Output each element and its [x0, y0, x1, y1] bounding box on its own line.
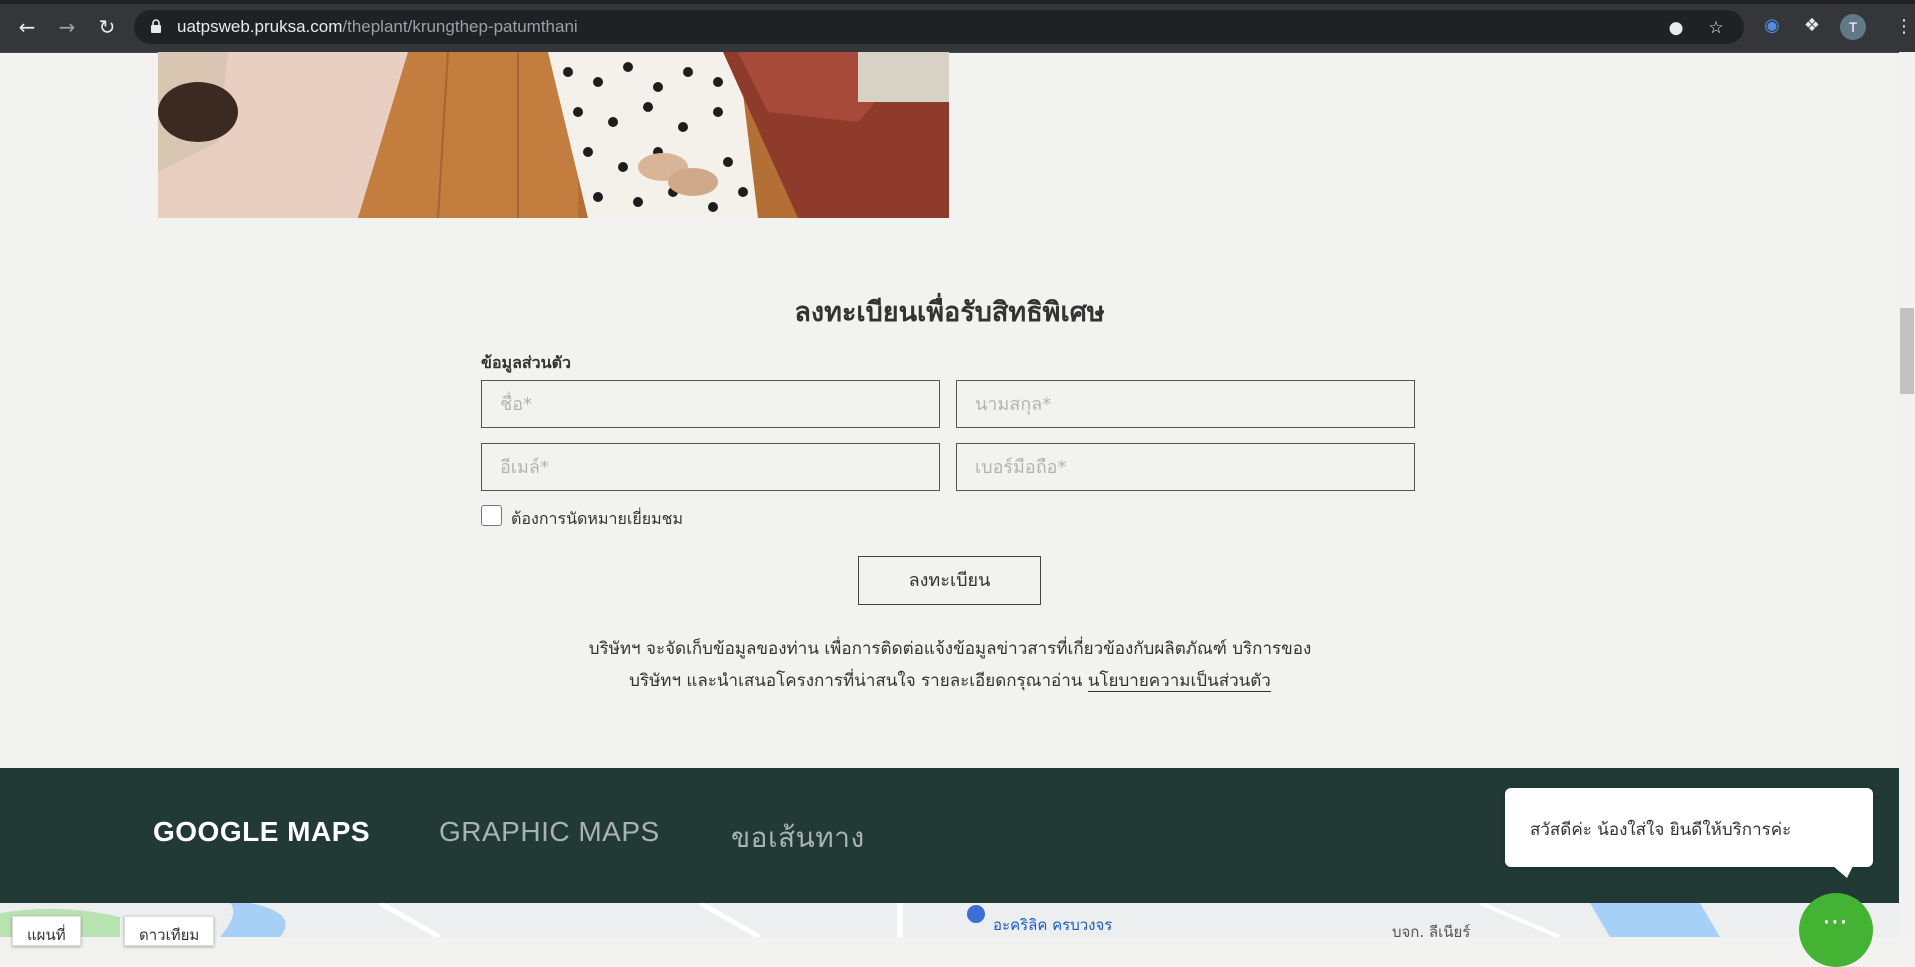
tab-google-maps[interactable]: GOOGLE MAPS [153, 816, 370, 848]
last-name-input[interactable] [956, 380, 1415, 428]
satellite-view-button[interactable]: ดาวเทียม [124, 916, 215, 946]
interior-photo [158, 52, 949, 218]
back-icon[interactable]: ← [14, 14, 40, 40]
location-pin-icon[interactable]: ● [1666, 18, 1686, 38]
lock-icon [151, 19, 161, 33]
map-place-label-linear[interactable]: บจก. ลีเนียร์ [1392, 920, 1470, 944]
google-map[interactable] [0, 903, 1899, 937]
forward-icon[interactable]: → [54, 14, 80, 40]
disclaimer-line-2-text: บริษัทฯ และนำเสนอโครงการที่น่าสนใจ รายละ… [629, 671, 1083, 691]
privacy-disclaimer: บริษัทฯ จะจัดเก็บข้อมูลของท่าน เพื่อการต… [500, 633, 1400, 697]
extensions-puzzle-icon[interactable]: ❖ [1800, 14, 1824, 38]
register-button[interactable]: ลงทะเบียน [858, 556, 1041, 605]
url-host: uatpsweb.pruksa.com [177, 17, 343, 36]
personal-info-label: ข้อมูลส่วนตัว [481, 353, 571, 372]
disclaimer-line-1: บริษัทฯ จะจัดเก็บข้อมูลของท่าน เพื่อการต… [588, 639, 1312, 659]
url-text[interactable]: uatpsweb.pruksa.com/theplant/krungthep-p… [177, 17, 578, 37]
appointment-checkbox-label[interactable]: ต้องการนัดหมายเยี่ยมชม [511, 507, 683, 532]
disclaimer-line-2: บริษัทฯ และนำเสนอโครงการที่น่าสนใจ รายละ… [500, 665, 1400, 697]
chat-launcher-button[interactable]: ⋯ [1799, 893, 1873, 967]
tab-directions[interactable]: ขอเส้นทาง [731, 816, 865, 860]
profile-avatar[interactable]: T [1840, 14, 1866, 40]
reload-icon[interactable]: ↻ [94, 14, 120, 40]
globe-extension-icon[interactable]: ◉ [1760, 14, 1784, 38]
page-scrollbar[interactable] [1899, 52, 1915, 937]
map-pin-icon[interactable] [967, 905, 985, 923]
phone-input[interactable] [956, 443, 1415, 491]
chat-greeting-text: สวัสดีค่ะ น้องใส่ใจ ยินดีให้บริการค่ะ [1530, 820, 1792, 840]
appointment-checkbox[interactable] [481, 505, 502, 526]
privacy-policy-link[interactable]: นโยบายความเป็นส่วนตัว [1087, 671, 1271, 692]
chat-greeting-bubble[interactable]: สวัสดีค่ะ น้องใส่ใจ ยินดีให้บริการค่ะ [1505, 788, 1873, 867]
tab-graphic-maps[interactable]: GRAPHIC MAPS [439, 816, 660, 848]
menu-kebab-icon[interactable]: ⋮ [1895, 14, 1913, 40]
first-name-input[interactable] [481, 380, 940, 428]
chat-bubble-tail [1833, 866, 1853, 878]
tab-strip [0, 0, 1915, 4]
address-bar[interactable]: uatpsweb.pruksa.com/theplant/krungthep-p… [134, 10, 1744, 44]
browser-toolbar: ← → ↻ uatpsweb.pruksa.com/theplant/krung… [0, 0, 1915, 53]
url-path: /theplant/krungthep-patumthani [342, 17, 578, 36]
scrollbar-thumb[interactable] [1900, 308, 1914, 394]
map-place-label-acrylic[interactable]: อะคริลิค ครบวงจร [993, 913, 1112, 937]
map-view-button[interactable]: แผนที่ [12, 916, 81, 946]
email-input[interactable] [481, 443, 940, 491]
bookmark-star-icon[interactable]: ☆ [1706, 18, 1726, 38]
registration-title: ลงทะเบียนเพื่อรับสิทธิพิเศษ [794, 297, 1105, 328]
chat-dots-icon: ⋯ [1822, 907, 1850, 937]
